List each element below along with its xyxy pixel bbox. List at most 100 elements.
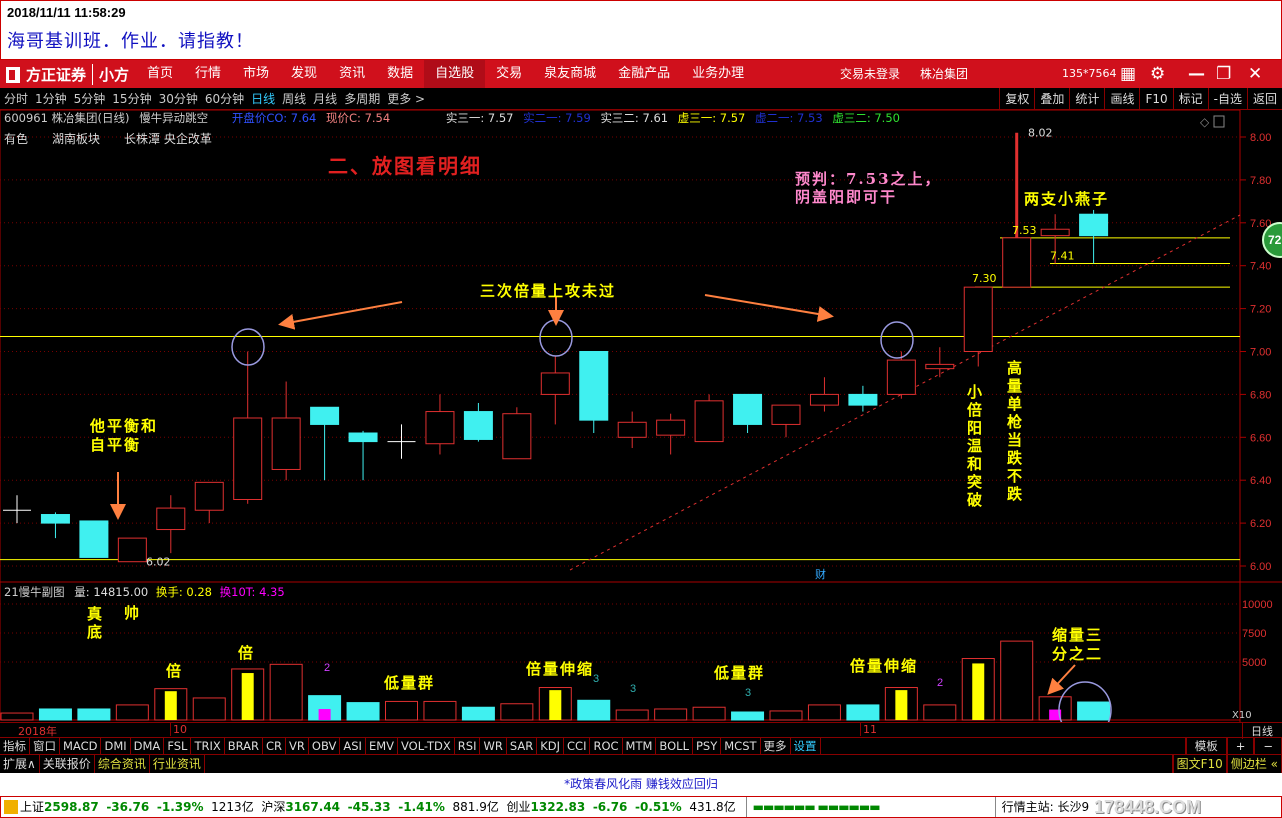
period-tab[interactable]: 月线: [309, 90, 340, 107]
current-stock[interactable]: 株冶集团: [920, 60, 968, 88]
tool-button[interactable]: 返回: [1246, 88, 1282, 110]
ext-right-button[interactable]: 侧边栏 «: [1226, 755, 1282, 773]
candle[interactable]: [502, 407, 532, 460]
tool-button[interactable]: F10: [1139, 88, 1172, 110]
volume-bar[interactable]: [500, 703, 534, 721]
indicator-tab[interactable]: PSY: [693, 738, 722, 754]
candle[interactable]: [963, 286, 993, 367]
volume-bar[interactable]: [846, 704, 880, 721]
period-tab[interactable]: 30分钟: [155, 90, 201, 107]
indicator-tab[interactable]: MACD: [60, 738, 102, 754]
volume-bar[interactable]: [923, 704, 957, 721]
indicator-tab[interactable]: ASI: [340, 738, 366, 754]
server-status[interactable]: 行情主站: 长沙9: [1002, 797, 1090, 817]
gear-icon[interactable]: ⚙: [1150, 64, 1165, 84]
candle[interactable]: [886, 351, 916, 399]
indicator-tab[interactable]: CR: [263, 738, 287, 754]
indicator-tab[interactable]: 设置: [791, 738, 821, 754]
period-tab[interactable]: 15分钟: [108, 90, 154, 107]
menu-item[interactable]: 自选股: [424, 60, 486, 88]
menu-item[interactable]: 首页: [136, 60, 184, 88]
volume-bar[interactable]: [0, 712, 34, 721]
volume-bar[interactable]: [77, 708, 111, 721]
candle[interactable]: [79, 520, 109, 558]
candle[interactable]: [463, 402, 493, 442]
indicator-tab[interactable]: VR: [286, 738, 309, 754]
volume-bar[interactable]: [385, 700, 418, 721]
volume-bar[interactable]: [1077, 701, 1111, 721]
volume-bar[interactable]: [115, 704, 149, 721]
period-tab[interactable]: 1分钟: [31, 90, 70, 107]
indicator-tab[interactable]: MTM: [623, 738, 657, 754]
ext-tab[interactable]: 综合资讯: [95, 755, 150, 773]
indicator-tab[interactable]: DMA: [131, 738, 165, 754]
ext-tab[interactable]: 行业资讯: [150, 755, 205, 773]
candle[interactable]: [579, 351, 609, 434]
diamond-icon[interactable]: ◇: [1200, 115, 1210, 129]
indicator-tab[interactable]: BOLL: [656, 738, 693, 754]
tool-button[interactable]: -自选: [1207, 88, 1247, 110]
period-tab[interactable]: 日线: [247, 90, 278, 107]
index-icon[interactable]: [4, 800, 18, 814]
volume-bar[interactable]: [269, 663, 303, 721]
candle[interactable]: [348, 430, 378, 481]
menu-item[interactable]: 发现: [280, 60, 328, 88]
indicator-tab[interactable]: 更多: [761, 738, 791, 754]
volume-bar[interactable]: [423, 700, 457, 721]
indicator-tab[interactable]: KDJ: [537, 738, 565, 754]
indicator-right-button[interactable]: 模板: [1185, 738, 1227, 754]
candle[interactable]: [617, 411, 647, 449]
period-tab[interactable]: 周线: [278, 90, 309, 107]
volume-bar[interactable]: [346, 702, 380, 721]
volume-indicator-name[interactable]: 21慢牛副图: [4, 585, 65, 599]
menu-item[interactable]: 金融产品: [607, 60, 681, 88]
candle[interactable]: [694, 394, 724, 443]
volume-bar[interactable]: [615, 709, 649, 721]
candle[interactable]: [656, 413, 686, 455]
indicator-tab[interactable]: 窗口: [30, 738, 60, 754]
period-tab[interactable]: 60分钟: [201, 90, 247, 107]
indicator-tab[interactable]: SAR: [507, 738, 538, 754]
volume-bar[interactable]: [769, 710, 803, 721]
trade-login[interactable]: 交易未登录: [840, 60, 900, 88]
ext-right-button[interactable]: 图文F10: [1172, 755, 1227, 773]
volume-bar[interactable]: [577, 699, 611, 721]
candle[interactable]: [117, 537, 147, 563]
menu-item[interactable]: 业务办理: [681, 60, 755, 88]
candle[interactable]: [1079, 209, 1109, 264]
period-tab[interactable]: 分时: [0, 90, 31, 107]
close-icon[interactable]: ✕: [1248, 64, 1262, 84]
indicator-right-button[interactable]: +: [1226, 738, 1255, 754]
indicator-tab[interactable]: VOL-TDX: [398, 738, 455, 754]
candle[interactable]: [425, 394, 455, 455]
indicator-tab[interactable]: WR: [480, 738, 507, 754]
candle[interactable]: [40, 512, 70, 539]
indicator-tab[interactable]: EMV: [366, 738, 398, 754]
indicator-tab[interactable]: CCI: [564, 738, 591, 754]
tool-button[interactable]: 统计: [1069, 88, 1104, 110]
menu-item[interactable]: 市场: [232, 60, 280, 88]
tool-button[interactable]: 复权: [999, 88, 1034, 110]
ext-tab[interactable]: 扩展∧: [0, 755, 40, 773]
minimize-icon[interactable]: —: [1188, 64, 1205, 84]
indicator-tab[interactable]: MCST: [721, 738, 761, 754]
grid-icon[interactable]: ▦: [1120, 64, 1136, 84]
menu-item[interactable]: 资讯: [328, 60, 376, 88]
period-tab[interactable]: 5分钟: [70, 90, 109, 107]
indicator-tab[interactable]: DMI: [101, 738, 131, 754]
volume-bar[interactable]: [461, 706, 495, 721]
indicator-tab[interactable]: BRAR: [225, 738, 264, 754]
candle[interactable]: [3, 495, 31, 524]
tool-button[interactable]: 标记: [1172, 88, 1208, 110]
menu-item[interactable]: 行情: [184, 60, 232, 88]
indicator-tab[interactable]: FSL: [164, 738, 192, 754]
ext-tab[interactable]: 关联报价: [40, 755, 95, 773]
candle[interactable]: [271, 381, 301, 481]
period-tab[interactable]: 多周期: [340, 90, 383, 107]
candle[interactable]: [733, 393, 763, 434]
indicator-tab[interactable]: 指标: [0, 738, 30, 754]
volume-bar[interactable]: [692, 706, 726, 721]
menu-item[interactable]: 数据: [376, 60, 424, 88]
restore-icon[interactable]: ❐: [1216, 64, 1231, 84]
panel-toggle-icon[interactable]: [1213, 115, 1225, 128]
